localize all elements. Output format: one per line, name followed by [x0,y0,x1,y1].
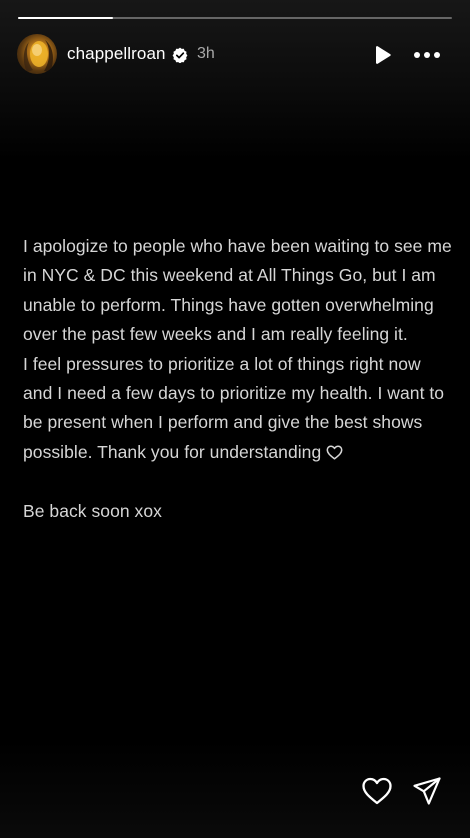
story-paragraph-1: I apologize to people who have been wait… [23,236,452,345]
story-paragraph-2-text: I feel pressures to prioritize a lot of … [23,353,445,462]
avatar[interactable] [17,34,57,74]
story-progress-fill [18,17,114,19]
story-paragraph-2: I feel pressures to prioritize a lot of … [23,350,453,468]
story-paragraph-3: Be back soon xox [23,500,162,521]
story-header: chappellroan 3h [17,34,453,76]
verified-badge-icon [172,47,188,63]
send-icon[interactable] [412,776,442,806]
more-horizontal-icon[interactable] [413,44,441,66]
heart-icon[interactable] [361,776,393,806]
heart-outline-icon [326,445,343,460]
play-icon[interactable] [371,44,393,66]
username[interactable]: chappellroan [67,44,166,64]
story-text-content: I apologize to people who have been wait… [23,232,453,526]
story-progress-bar [18,17,452,19]
timestamp: 3h [197,45,215,62]
